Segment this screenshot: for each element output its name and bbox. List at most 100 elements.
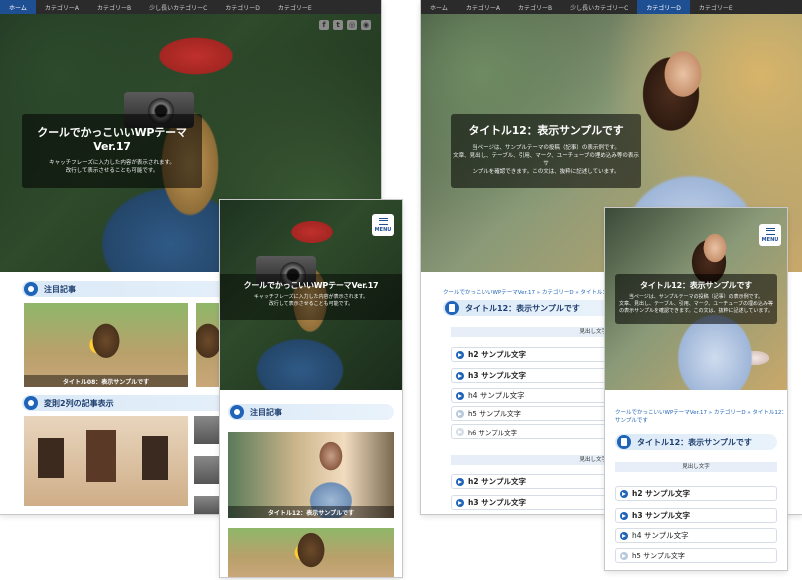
post-excerpt: 当ページは、サンプルテーマの投稿（記事）の表示例です。 文章、見出し、テーブル、… <box>451 144 641 176</box>
catch-phrase: キャッチフレーズに入力した内容が表示されます。 改行して表示させることも可能です… <box>22 159 202 175</box>
document-icon <box>617 435 631 449</box>
heading-label: h5 サンプル文字 <box>632 551 685 560</box>
featured-section-title: 注目記事 <box>44 284 76 294</box>
arrow-icon <box>456 477 464 486</box>
featured-card-owl[interactable]: タイトル08：表示サンプルです <box>24 303 188 387</box>
post-excerpt-line: 文章、見出し、テーブル、引用、マーク、ユーチューブの埋め込み等の表示サ <box>453 153 639 167</box>
nav-item-category-e[interactable]: カテゴリーE <box>690 0 742 14</box>
hamburger-icon <box>378 217 388 225</box>
arrow-icon <box>620 531 628 540</box>
arrow-icon <box>456 427 464 436</box>
menu-button[interactable]: MENU <box>759 224 781 246</box>
heading-sample-h4: h4 サンプル文字 <box>615 528 777 543</box>
post-excerpt-line: ンプルを確認できます。この文は、抜粋に記述しています。 <box>472 169 620 175</box>
heading-label: h4 サンプル文字 <box>468 391 525 400</box>
nav-item-category-b[interactable]: カテゴリーB <box>509 0 561 14</box>
nav-item-category-d[interactable]: カテゴリーD <box>637 0 690 14</box>
heading-label: h3 サンプル文字 <box>468 498 526 507</box>
featured-section-title: 注目記事 <box>250 407 282 417</box>
circle-icon <box>24 282 38 296</box>
global-nav: ホーム カテゴリーA カテゴリーB 少し長いカテゴリーC カテゴリーD カテゴリ… <box>0 0 381 14</box>
arrow-icon <box>456 350 464 359</box>
heading-sample-h4: h4 サンプル文字 <box>451 388 611 403</box>
menu-button[interactable]: MENU <box>372 214 394 236</box>
arrow-icon <box>620 511 628 520</box>
arrow-icon <box>620 551 628 560</box>
nav-item-category-a[interactable]: カテゴリーA <box>457 0 509 14</box>
circle-icon <box>24 396 38 410</box>
post-excerpt-line: 当ページは、サンプルテーマの投稿（記事）の表示例です。 <box>628 294 764 300</box>
nav-item-category-c[interactable]: 少し長いカテゴリーC <box>140 0 216 14</box>
post-title-bar: タイトル12：表示サンプルです <box>443 300 611 316</box>
small-thumb[interactable] <box>194 456 220 484</box>
site-title-box: クールでかっこいいWPテーマVer.17 キャッチフレーズに入力した内容が表示さ… <box>22 114 202 188</box>
two-column-section-title: 変則2列の記事表示 <box>44 398 114 408</box>
nav-item-category-c[interactable]: 少し長いカテゴリーC <box>561 0 637 14</box>
nav-item-category-e[interactable]: カテゴリーE <box>269 0 321 14</box>
nav-item-home[interactable]: ホーム <box>0 0 36 14</box>
post-title-box: タイトル12：表示サンプルです 当ページは、サンプルテーマの投稿（記事）の表示例… <box>451 114 641 188</box>
heading-label: h4 サンプル文字 <box>632 531 689 540</box>
site-title-box: クールでかっこいいWPテーマVer.17 キャッチフレーズに入力した内容が表示さ… <box>220 274 402 320</box>
facebook-icon[interactable]: f <box>319 20 329 30</box>
arrow-icon <box>456 371 464 380</box>
post-title: タイトル12：表示サンプルです <box>465 303 580 313</box>
circle-icon <box>230 405 244 419</box>
heading-label: h6 サンプル文字 <box>468 428 518 437</box>
heading-label: h2 サンプル文字 <box>468 350 526 359</box>
arrow-icon <box>620 489 628 498</box>
heading-label: h5 サンプル文字 <box>468 409 521 418</box>
nav-item-category-b[interactable]: カテゴリーB <box>88 0 140 14</box>
menu-label: MENU <box>374 226 392 233</box>
twitter-icon[interactable]: t <box>333 20 343 30</box>
heading-label: h3 サンプル文字 <box>468 371 526 380</box>
hamburger-icon <box>765 227 775 235</box>
breadcrumb-line: サンプルです <box>615 418 648 424</box>
heading-sample-h2: h2 サンプル文字 <box>615 486 777 501</box>
post-excerpt: 当ページは、サンプルテーマの投稿（記事）の表示例です。 文章、見出し、テーブル、… <box>615 294 777 315</box>
post-title-bar: タイトル12：表示サンプルです <box>615 434 777 450</box>
featured-section-header: 注目記事 <box>228 404 394 420</box>
global-nav: ホーム カテゴリーA カテゴリーB 少し長いカテゴリーC カテゴリーD カテゴリ… <box>421 0 802 14</box>
featured-card-owl[interactable] <box>228 528 394 577</box>
post-hero-image: MENU タイトル12：表示サンプルです 当ページは、サンプルテーマの投稿（記事… <box>605 208 787 390</box>
catch-phrase-line: 改行して表示させることも可能です。 <box>65 168 159 174</box>
site-title[interactable]: クールでかっこいいWPテーマVer.17 <box>22 124 202 153</box>
heading-sample-h2: h2 サンプル文字 <box>451 474 611 489</box>
small-thumb[interactable] <box>194 416 220 444</box>
catch-phrase-line: キャッチフレーズに入力した内容が表示されます。 <box>253 294 369 300</box>
card-caption: タイトル08：表示サンプルです <box>24 375 188 387</box>
arrow-icon <box>456 498 464 507</box>
arrow-icon <box>456 409 464 418</box>
catch-phrase: キャッチフレーズに入力した内容が表示されます。 改行して表示させることも可能です… <box>220 294 402 308</box>
heading-sample-h3: h3 サンプル文字 <box>451 368 611 383</box>
featured-card-girl[interactable]: タイトル12：表示サンプルです <box>228 432 394 518</box>
rss-icon[interactable]: ◉ <box>361 20 371 30</box>
breadcrumb[interactable]: クールでかっこいいWPテーマVer.17 » カテゴリーD » タイトル12：表… <box>615 408 787 424</box>
heading-label: h3 サンプル文字 <box>632 511 690 520</box>
mobile-home-screenshot: MENU クールでかっこいいWPテーマVer.17 キャッチフレーズに入力した内… <box>220 200 402 577</box>
heading-sample-h5: h5 サンプル文字 <box>451 406 611 421</box>
two-column-card-cameras[interactable] <box>24 416 188 506</box>
post-title: タイトル12：表示サンプルです <box>637 437 752 447</box>
instagram-icon[interactable]: ◎ <box>347 20 357 30</box>
post-hero-title: タイトル12：表示サンプルです <box>640 281 752 290</box>
catch-phrase-line: 改行して表示させることも可能です。 <box>268 301 354 307</box>
hero-image: MENU クールでかっこいいWPテーマVer.17 キャッチフレーズに入力した内… <box>220 200 402 390</box>
post-excerpt-line: 文章、見出し、テーブル、引用、マーク、ユーチューブの埋め込み等 <box>619 301 773 307</box>
midashi-label: 見出し文字 <box>615 462 777 472</box>
nav-item-category-d[interactable]: カテゴリーD <box>216 0 269 14</box>
catch-phrase-line: キャッチフレーズに入力した内容が表示されます。 <box>49 160 175 166</box>
heading-sample-h2: h2 サンプル文字 <box>451 347 611 362</box>
post-excerpt-line: 当ページは、サンプルテーマの投稿（記事）の表示例です。 <box>472 145 620 151</box>
small-thumb[interactable] <box>194 496 220 514</box>
midashi-label: 見出し文字 <box>451 327 611 337</box>
nav-item-home[interactable]: ホーム <box>421 0 457 14</box>
heading-label: h2 サンプル文字 <box>632 489 690 498</box>
menu-label: MENU <box>761 236 779 243</box>
nav-item-category-a[interactable]: カテゴリーA <box>36 0 88 14</box>
featured-card-partial[interactable] <box>196 303 220 387</box>
card-caption: タイトル12：表示サンプルです <box>228 506 394 518</box>
post-title-box: タイトル12：表示サンプルです 当ページは、サンプルテーマの投稿（記事）の表示例… <box>615 274 777 324</box>
site-title[interactable]: クールでかっこいいWPテーマVer.17 <box>220 280 402 291</box>
